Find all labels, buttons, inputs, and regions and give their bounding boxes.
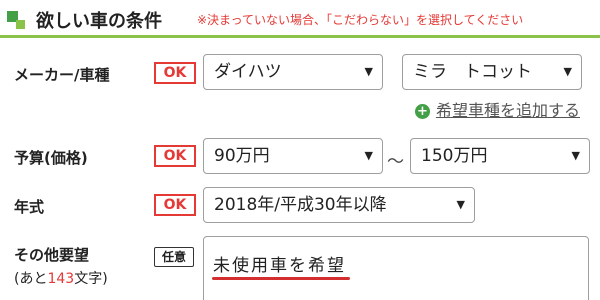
section-header: 欲しい車の条件 ※決まっていない場合、「こだわらない」を選択してください xyxy=(0,0,600,38)
year-label: 年式 xyxy=(14,198,45,216)
char-count-prefix: (あと xyxy=(14,271,48,287)
chevron-down-icon: ▼ xyxy=(456,198,465,211)
add-model-link-label: 希望車種を追加する xyxy=(436,101,581,120)
range-separator: ～ xyxy=(387,152,404,172)
maker-select-value: ダイハツ xyxy=(214,62,282,82)
maker-ok-badge: OK xyxy=(154,62,196,84)
char-count-remaining: 143 xyxy=(47,271,75,287)
red-underline-annotation xyxy=(212,277,350,280)
model-select[interactable]: ミラ トコット ▼ xyxy=(402,54,582,90)
add-model-link[interactable]: + 希望車種を追加する xyxy=(415,97,580,121)
section-title: 欲しい車の条件 xyxy=(36,11,162,32)
year-ok-badge: OK xyxy=(154,194,196,216)
other-requests-textarea[interactable]: 未使用車を希望 xyxy=(203,236,589,300)
model-select-value: ミラ トコット xyxy=(413,62,532,82)
budget-max-select[interactable]: 150万円 ▼ xyxy=(410,138,590,174)
chevron-down-icon: ▼ xyxy=(364,149,373,162)
budget-min-select[interactable]: 90万円 ▼ xyxy=(203,138,383,174)
budget-max-value: 150万円 xyxy=(421,146,488,166)
optional-badge: 任意 xyxy=(154,247,194,267)
chevron-down-icon: ▼ xyxy=(364,65,373,78)
year-select-value: 2018年/平成30年以降 xyxy=(214,195,387,215)
budget-label: 予算(価格) xyxy=(14,149,88,167)
char-count-suffix: 文字) xyxy=(74,271,108,287)
budget-ok-badge: OK xyxy=(154,145,196,167)
other-requests-label: その他要望 xyxy=(14,246,90,264)
green-squares-icon xyxy=(7,11,25,29)
other-requests-text: 未使用車を希望 xyxy=(213,256,346,276)
char-count-label: (あと143文字) xyxy=(14,268,108,288)
budget-min-value: 90万円 xyxy=(214,146,270,166)
maker-model-label: メーカー/車種 xyxy=(14,66,110,84)
section-note: ※決まっていない場合、「こだわらない」を選択してください xyxy=(197,13,524,27)
chevron-down-icon: ▼ xyxy=(563,65,572,78)
year-select[interactable]: 2018年/平成30年以降 ▼ xyxy=(203,187,475,223)
maker-select[interactable]: ダイハツ ▼ xyxy=(203,54,383,90)
plus-circle-icon: + xyxy=(415,104,430,119)
header-divider xyxy=(0,35,600,38)
chevron-down-icon: ▼ xyxy=(571,149,580,162)
